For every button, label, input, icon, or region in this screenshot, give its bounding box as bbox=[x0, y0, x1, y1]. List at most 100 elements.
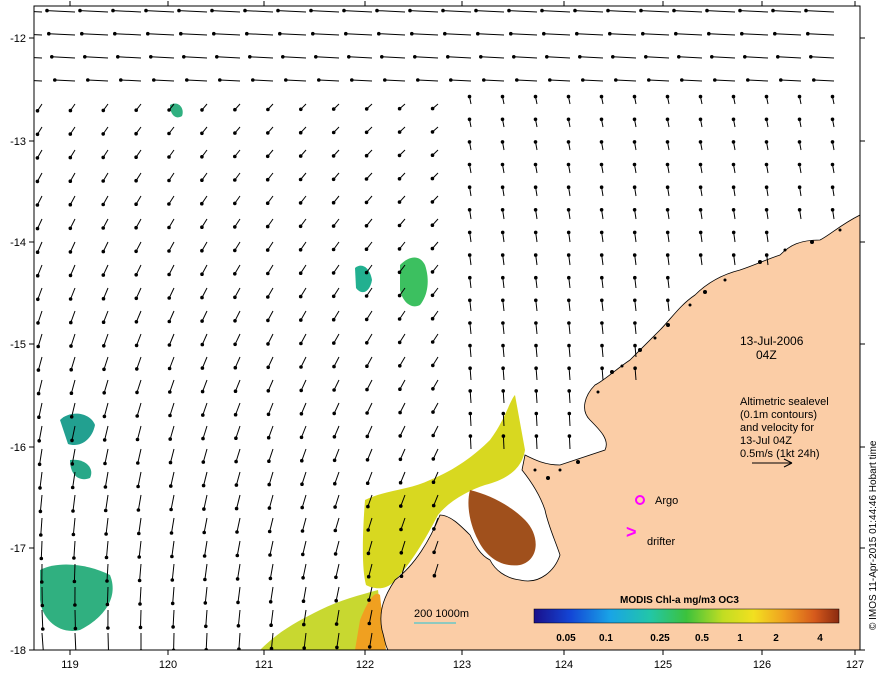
velocity-arrow-head bbox=[233, 412, 238, 417]
velocity-arrow-head bbox=[298, 294, 303, 299]
velocity-arrow-head bbox=[35, 132, 40, 137]
velocity-arrow-head bbox=[467, 230, 472, 235]
velocity-arrow-head bbox=[467, 162, 472, 167]
velocity-arrow-head bbox=[134, 202, 138, 206]
velocity-arrow-head bbox=[167, 272, 171, 277]
velocity-arrow-head bbox=[138, 602, 142, 606]
velocity-arrow-head bbox=[468, 366, 472, 371]
velocity-arrow-head bbox=[134, 155, 138, 159]
velocity-arrow-head bbox=[331, 271, 336, 275]
velocity-arrow-head bbox=[365, 434, 370, 439]
velocity-arrow-head bbox=[300, 458, 304, 463]
velocity-arrow-head bbox=[167, 202, 171, 206]
velocity-arrow-head bbox=[200, 155, 204, 159]
velocity-arrow-head bbox=[113, 31, 117, 36]
velocity-arrow-head bbox=[70, 462, 75, 466]
velocity-arrow bbox=[502, 413, 505, 427]
velocity-arrow-head bbox=[672, 8, 676, 13]
velocity-arrow-head bbox=[797, 140, 802, 144]
velocity-arrow-head bbox=[501, 321, 505, 325]
velocity-arrow-head bbox=[812, 78, 816, 82]
velocity-arrow-head bbox=[299, 107, 303, 112]
velocity-arrow-head bbox=[397, 153, 402, 158]
drifter-marker-icon: > bbox=[626, 522, 637, 542]
velocity-arrow bbox=[140, 609, 142, 628]
velocity-arrow-head bbox=[201, 436, 205, 441]
velocity-arrow-head bbox=[342, 8, 346, 13]
velocity-arrow-head bbox=[111, 8, 115, 13]
velocity-arrow-head bbox=[40, 603, 45, 608]
velocity-arrow-head bbox=[101, 179, 105, 183]
velocity-arrow-head bbox=[566, 208, 571, 212]
velocity-arrow-head bbox=[233, 154, 237, 159]
velocity-arrow-head bbox=[432, 573, 437, 578]
velocity-arrow-head bbox=[441, 8, 445, 13]
velocity-arrow-head bbox=[146, 31, 150, 36]
velocity-arrow-head bbox=[234, 436, 238, 441]
velocity-arrow-head bbox=[106, 626, 110, 630]
velocity-arrow-head bbox=[331, 247, 336, 252]
velocity-arrow-head bbox=[410, 31, 414, 36]
argo-label: Argo bbox=[655, 495, 678, 507]
velocity-arrow-head bbox=[119, 78, 123, 82]
velocity-arrow-head bbox=[134, 225, 138, 230]
velocity-arrow bbox=[568, 413, 571, 427]
velocity-arrow-head bbox=[42, 651, 45, 654]
velocity-arrow-head bbox=[600, 321, 604, 325]
velocity-arrow-head bbox=[431, 363, 435, 368]
velocity-arrow-head bbox=[233, 178, 237, 182]
velocity-arrow-head bbox=[599, 208, 604, 212]
velocity-arrow-head bbox=[69, 415, 74, 419]
velocity-arrow-head bbox=[68, 155, 73, 160]
velocity-arrow-head bbox=[234, 506, 239, 511]
velocity-arrow-head bbox=[764, 162, 769, 167]
colorbar-tick-label: 4 bbox=[817, 633, 823, 644]
velocity-arrow-head bbox=[731, 162, 736, 167]
credit-text: © IMOS 11-Apr-2015 01:44:46 Hobart time bbox=[868, 440, 879, 630]
velocity-arrow-head bbox=[365, 458, 370, 462]
velocity-arrow-head bbox=[430, 270, 435, 274]
velocity-arrow-head bbox=[665, 117, 670, 122]
velocity-arrow-head bbox=[797, 208, 802, 212]
velocity-arrow-head bbox=[364, 200, 369, 205]
velocity-arrow-head bbox=[764, 140, 769, 144]
lat-tick-label: -12 bbox=[10, 33, 26, 45]
velocity-arrow-head bbox=[431, 433, 436, 438]
velocity-arrow-head bbox=[500, 94, 505, 99]
velocity-arrow-head bbox=[38, 509, 43, 514]
velocity-arrow-head bbox=[35, 109, 40, 113]
velocity-arrow-head bbox=[202, 507, 206, 511]
velocity-arrow-head bbox=[665, 94, 670, 99]
velocity-arrow-head bbox=[364, 270, 369, 275]
velocity-arrow-head bbox=[430, 130, 435, 134]
velocity-arrow-head bbox=[533, 94, 538, 99]
velocity-arrow-head bbox=[105, 579, 109, 583]
velocity-arrow-head bbox=[566, 185, 571, 189]
velocity-arrow-head bbox=[533, 185, 538, 189]
velocity-arrow-head bbox=[266, 131, 270, 135]
velocity-arrow-head bbox=[300, 505, 305, 510]
velocity-arrow-head bbox=[776, 55, 780, 59]
velocity-arrow-head bbox=[37, 439, 42, 443]
velocity-arrow-head bbox=[467, 94, 472, 99]
velocity-arrow-head bbox=[501, 366, 505, 371]
velocity-arrow-head bbox=[298, 177, 303, 182]
velocity-arrow-head bbox=[731, 208, 736, 212]
velocity-arrow-head bbox=[268, 553, 272, 557]
velocity-arrow-head bbox=[468, 275, 472, 280]
date-label: 13-Jul-2006 bbox=[740, 334, 804, 348]
velocity-arrow-head bbox=[73, 603, 77, 607]
velocity-arrow bbox=[502, 436, 505, 450]
lat-tick-label: -15 bbox=[10, 339, 26, 351]
velocity-arrow-head bbox=[707, 31, 711, 36]
velocity-arrow-head bbox=[36, 321, 40, 325]
velocity-arrow-head bbox=[201, 413, 205, 417]
velocity-arrow-head bbox=[632, 208, 637, 212]
velocity-arrow-head bbox=[431, 410, 435, 414]
velocity-arrow-head bbox=[234, 459, 238, 464]
velocity-arrow-head bbox=[68, 179, 73, 183]
velocity-arrow-head bbox=[266, 435, 271, 440]
bathy-legend-label: 200 1000m bbox=[414, 608, 469, 620]
velocity-arrow-head bbox=[501, 434, 506, 438]
velocity-arrow bbox=[469, 436, 472, 450]
